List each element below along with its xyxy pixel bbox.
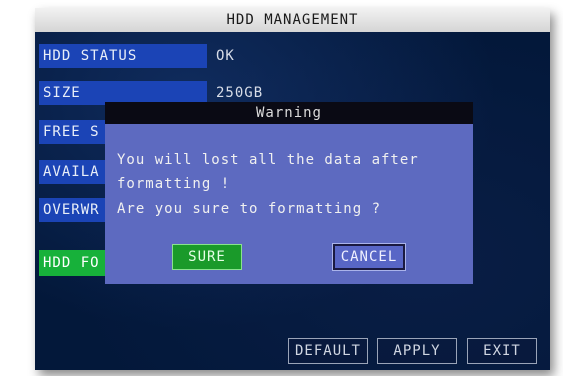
warning-dialog: Warning You will lost all the data after… (105, 102, 473, 284)
dialog-message-line-2: formatting ! (117, 176, 231, 192)
hdd-management-screen: HDD MANAGEMENT HDD STATUS OK SIZE 250GB … (35, 8, 550, 370)
exit-button[interactable]: EXIT (467, 338, 537, 364)
apply-button[interactable]: APPLY (377, 338, 457, 364)
dialog-message-line-1: You will lost all the data after (117, 152, 419, 168)
dialog-title: Warning (105, 102, 473, 124)
default-button[interactable]: DEFAULT (288, 338, 368, 364)
sure-button[interactable]: SURE (172, 244, 242, 270)
dialog-message-line-3: Are you sure to formatting ? (117, 201, 382, 217)
window-title: HDD MANAGEMENT (35, 8, 550, 32)
cancel-button[interactable]: CANCEL (332, 243, 406, 271)
hdd-status-label: HDD STATUS (39, 44, 207, 68)
hdd-status-value: OK (216, 48, 235, 64)
